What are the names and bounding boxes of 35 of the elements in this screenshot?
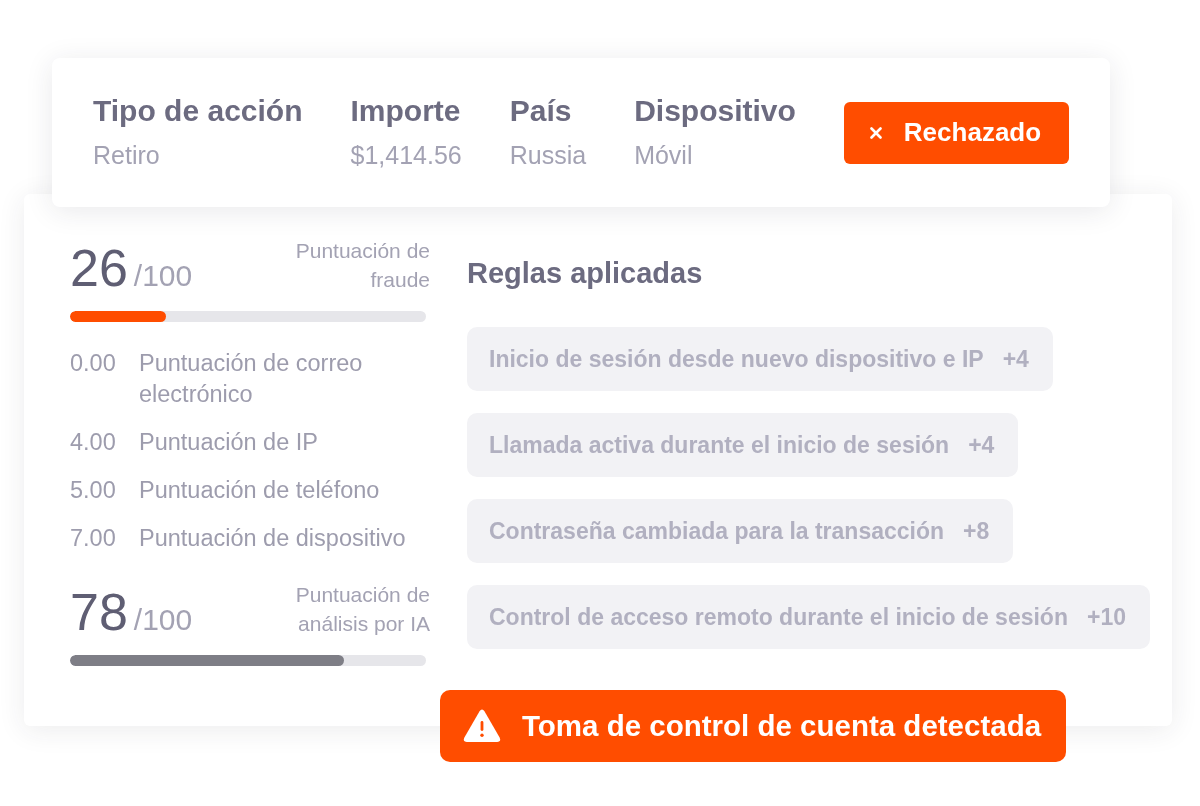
warning-icon: [463, 709, 501, 743]
rule-text: Contraseña cambiada para la transacción: [489, 517, 945, 545]
score-label: Puntuación de teléfono: [139, 476, 381, 505]
rule-text: Inicio de sesión desde nuevo dispositivo e IP: [489, 345, 984, 373]
score-value: 78: [70, 586, 128, 638]
rule-text: Control de acceso remoto durante el inicio de sesión: [489, 603, 1068, 631]
field-value: $1,414.56: [350, 139, 462, 171]
cross-icon: [869, 126, 882, 139]
rule-points: +8: [963, 517, 990, 545]
score-label: Puntuación de dispositivo: [139, 524, 407, 553]
field-label: Tipo de acción: [93, 92, 303, 129]
rule-points: +4: [1002, 345, 1029, 373]
score-max: /100: [133, 261, 193, 291]
rule-points: +4: [968, 431, 995, 459]
score-value: 7.00: [70, 524, 117, 553]
score-label: Puntuación de fraude: [294, 238, 430, 293]
field-value: Russia: [509, 139, 587, 171]
field-label: Importe: [350, 92, 462, 129]
score-value: 26: [70, 242, 128, 294]
field-label: País: [509, 92, 573, 129]
rule-text: Llamada activa durante el inicio de sesión: [489, 431, 950, 459]
field-label: Dispositivo: [634, 92, 796, 129]
score-value: 5.00: [70, 476, 117, 505]
rule-points: +10: [1086, 603, 1126, 631]
alert-text: Toma de control de cuenta detectada: [522, 709, 1042, 743]
field-value: Móvil: [634, 139, 694, 171]
score-label: Puntuación de IP: [139, 428, 319, 457]
score-value: 4.00: [70, 428, 117, 457]
score-value: 0.00: [70, 349, 117, 378]
section-title: Reglas aplicadas: [467, 256, 703, 291]
status-label: Rechazado: [903, 117, 1042, 148]
score-label: Puntuación de correo electrónico: [139, 349, 364, 409]
score-label: Puntuación de análisis por IA: [294, 582, 430, 637]
score-max: /100: [133, 605, 193, 635]
field-value: Retiro: [93, 139, 161, 171]
